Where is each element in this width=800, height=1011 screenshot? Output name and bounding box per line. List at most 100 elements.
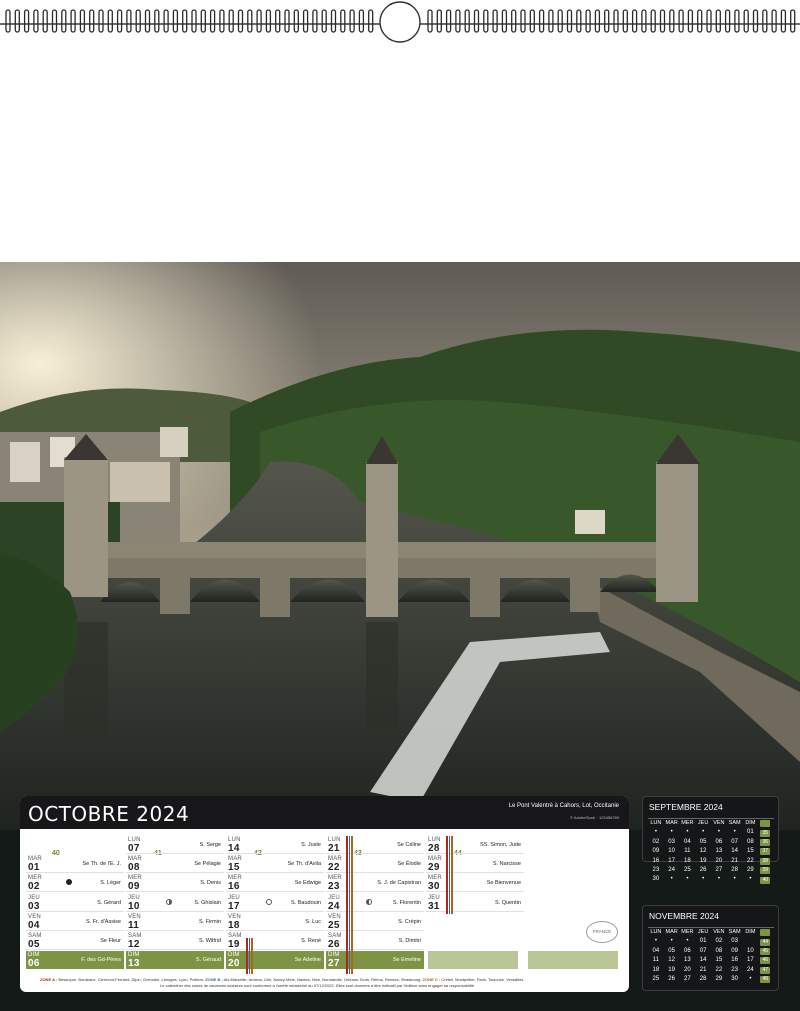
mini-day[interactable]: •: [727, 828, 743, 837]
mini-day[interactable]: •: [680, 875, 696, 884]
mini-day[interactable]: 23: [727, 966, 743, 975]
mini-day[interactable]: 14: [695, 956, 711, 965]
mini-day[interactable]: 07: [727, 838, 743, 847]
mini-day[interactable]: •: [695, 875, 711, 884]
mini-day[interactable]: 19: [695, 857, 711, 866]
mini-day[interactable]: •: [695, 828, 711, 837]
mini-day[interactable]: 01: [695, 937, 711, 946]
mini-day[interactable]: •: [711, 828, 727, 837]
day-cell[interactable]: JEU 31 S. Quentin: [426, 894, 524, 912]
mini-day[interactable]: 23: [648, 866, 664, 875]
mini-day[interactable]: 27: [680, 975, 696, 984]
mini-day[interactable]: 25: [648, 975, 664, 984]
mini-day[interactable]: •: [743, 975, 759, 984]
mini-day[interactable]: 05: [664, 947, 680, 956]
day-cell[interactable]: LUN 07 S. Serge: [126, 836, 224, 854]
day-cell[interactable]: MAR 15 Se Th. d'Avila: [226, 855, 324, 874]
mini-day[interactable]: 10: [743, 947, 759, 956]
mini-day[interactable]: 04: [680, 838, 696, 847]
mini-day[interactable]: 24: [664, 866, 680, 875]
mini-day[interactable]: 28: [727, 866, 743, 875]
mini-day[interactable]: 09: [648, 847, 664, 856]
day-cell[interactable]: SAM 05 Se Fleur: [26, 932, 124, 950]
day-cell[interactable]: JEU 03 S. Gérard: [26, 894, 124, 912]
day-cell[interactable]: SAM 26 S. Dimitri: [326, 932, 424, 950]
day-cell[interactable]: JEU 17 S. Baudouin: [226, 894, 324, 912]
mini-day[interactable]: 15: [743, 847, 759, 856]
day-cell[interactable]: DIM 27 Se Emeline: [326, 951, 424, 970]
mini-day[interactable]: •: [648, 828, 664, 837]
mini-day[interactable]: 06: [680, 947, 696, 956]
mini-day[interactable]: 13: [680, 956, 696, 965]
mini-day[interactable]: 18: [680, 857, 696, 866]
mini-day[interactable]: 24: [743, 966, 759, 975]
mini-day[interactable]: 07: [695, 947, 711, 956]
mini-day[interactable]: 06: [711, 838, 727, 847]
mini-day[interactable]: 08: [711, 947, 727, 956]
mini-day[interactable]: •: [727, 875, 743, 884]
mini-day[interactable]: 10: [664, 847, 680, 856]
mini-day[interactable]: 29: [711, 975, 727, 984]
mini-day[interactable]: 16: [727, 956, 743, 965]
mini-day[interactable]: 15: [711, 956, 727, 965]
mini-day[interactable]: •: [680, 828, 696, 837]
day-cell[interactable]: VEN 11 S. Firmin: [126, 913, 224, 931]
mini-day[interactable]: 17: [743, 956, 759, 965]
day-cell[interactable]: MER 02 S. Léger: [26, 874, 124, 893]
mini-day[interactable]: 21: [695, 966, 711, 975]
mini-day[interactable]: 09: [727, 947, 743, 956]
day-cell[interactable]: VEN 25 S. Crépin: [326, 913, 424, 931]
mini-day[interactable]: 22: [711, 966, 727, 975]
mini-day[interactable]: 30: [648, 875, 664, 884]
day-cell[interactable]: VEN 18 S. Luc: [226, 913, 324, 931]
day-cell[interactable]: DIM 20 Se Adeline: [226, 951, 324, 970]
day-cell[interactable]: JEU 24 S. Florentin: [326, 894, 424, 912]
mini-day[interactable]: 22: [743, 857, 759, 866]
mini-day[interactable]: 01: [743, 828, 759, 837]
day-cell[interactable]: LUN 14 S. Juste: [226, 836, 324, 854]
mini-day[interactable]: 02: [648, 838, 664, 847]
day-cell[interactable]: MAR 01 Se Th. de l'E. J.: [26, 855, 124, 874]
mini-day[interactable]: 20: [711, 857, 727, 866]
day-cell[interactable]: JEU 10 S. Ghislain: [126, 894, 224, 912]
mini-day[interactable]: 18: [648, 966, 664, 975]
mini-day[interactable]: 13: [711, 847, 727, 856]
mini-day[interactable]: 29: [743, 866, 759, 875]
mini-day[interactable]: 17: [664, 857, 680, 866]
mini-day[interactable]: •: [680, 937, 696, 946]
mini-day[interactable]: [743, 937, 759, 946]
mini-day[interactable]: 25: [680, 866, 696, 875]
mini-day[interactable]: 30: [727, 975, 743, 984]
day-cell[interactable]: VEN 04 S. Fr. d'Assise: [26, 913, 124, 931]
day-cell[interactable]: DIM 06 F. des Gd-Pères: [26, 951, 124, 970]
mini-day[interactable]: 26: [664, 975, 680, 984]
day-cell[interactable]: MAR 08 Se Pélagie: [126, 855, 224, 874]
day-cell[interactable]: LUN 28 SS. Simon, Jude: [426, 836, 524, 854]
mini-day[interactable]: •: [664, 828, 680, 837]
mini-day[interactable]: 03: [664, 838, 680, 847]
mini-day[interactable]: 04: [648, 947, 664, 956]
mini-day[interactable]: •: [664, 937, 680, 946]
mini-day[interactable]: 16: [648, 857, 664, 866]
mini-day[interactable]: •: [648, 937, 664, 946]
mini-day[interactable]: •: [743, 875, 759, 884]
day-cell[interactable]: MER 23 S. J. de Capistran: [326, 874, 424, 893]
day-cell[interactable]: SAM 12 S. Wilfrid: [126, 932, 224, 950]
mini-day[interactable]: 03: [727, 937, 743, 946]
mini-day[interactable]: 14: [727, 847, 743, 856]
day-cell[interactable]: MAR 29 S. Narcisse: [426, 855, 524, 874]
mini-day[interactable]: 19: [664, 966, 680, 975]
mini-day[interactable]: 11: [648, 956, 664, 965]
day-cell[interactable]: MAR 22 Se Élodie: [326, 855, 424, 874]
day-cell[interactable]: LUN 21 Se Céline: [326, 836, 424, 854]
day-cell[interactable]: DIM 13 S. Géraud: [126, 951, 224, 970]
mini-day[interactable]: 26: [695, 866, 711, 875]
mini-day[interactable]: 27: [711, 866, 727, 875]
mini-day[interactable]: 08: [743, 838, 759, 847]
mini-day[interactable]: 21: [727, 857, 743, 866]
mini-day[interactable]: 12: [664, 956, 680, 965]
day-cell[interactable]: MER 09 S. Denis: [126, 874, 224, 893]
mini-day[interactable]: 28: [695, 975, 711, 984]
mini-day[interactable]: 02: [711, 937, 727, 946]
day-cell[interactable]: SAM 19 S. René: [226, 932, 324, 950]
